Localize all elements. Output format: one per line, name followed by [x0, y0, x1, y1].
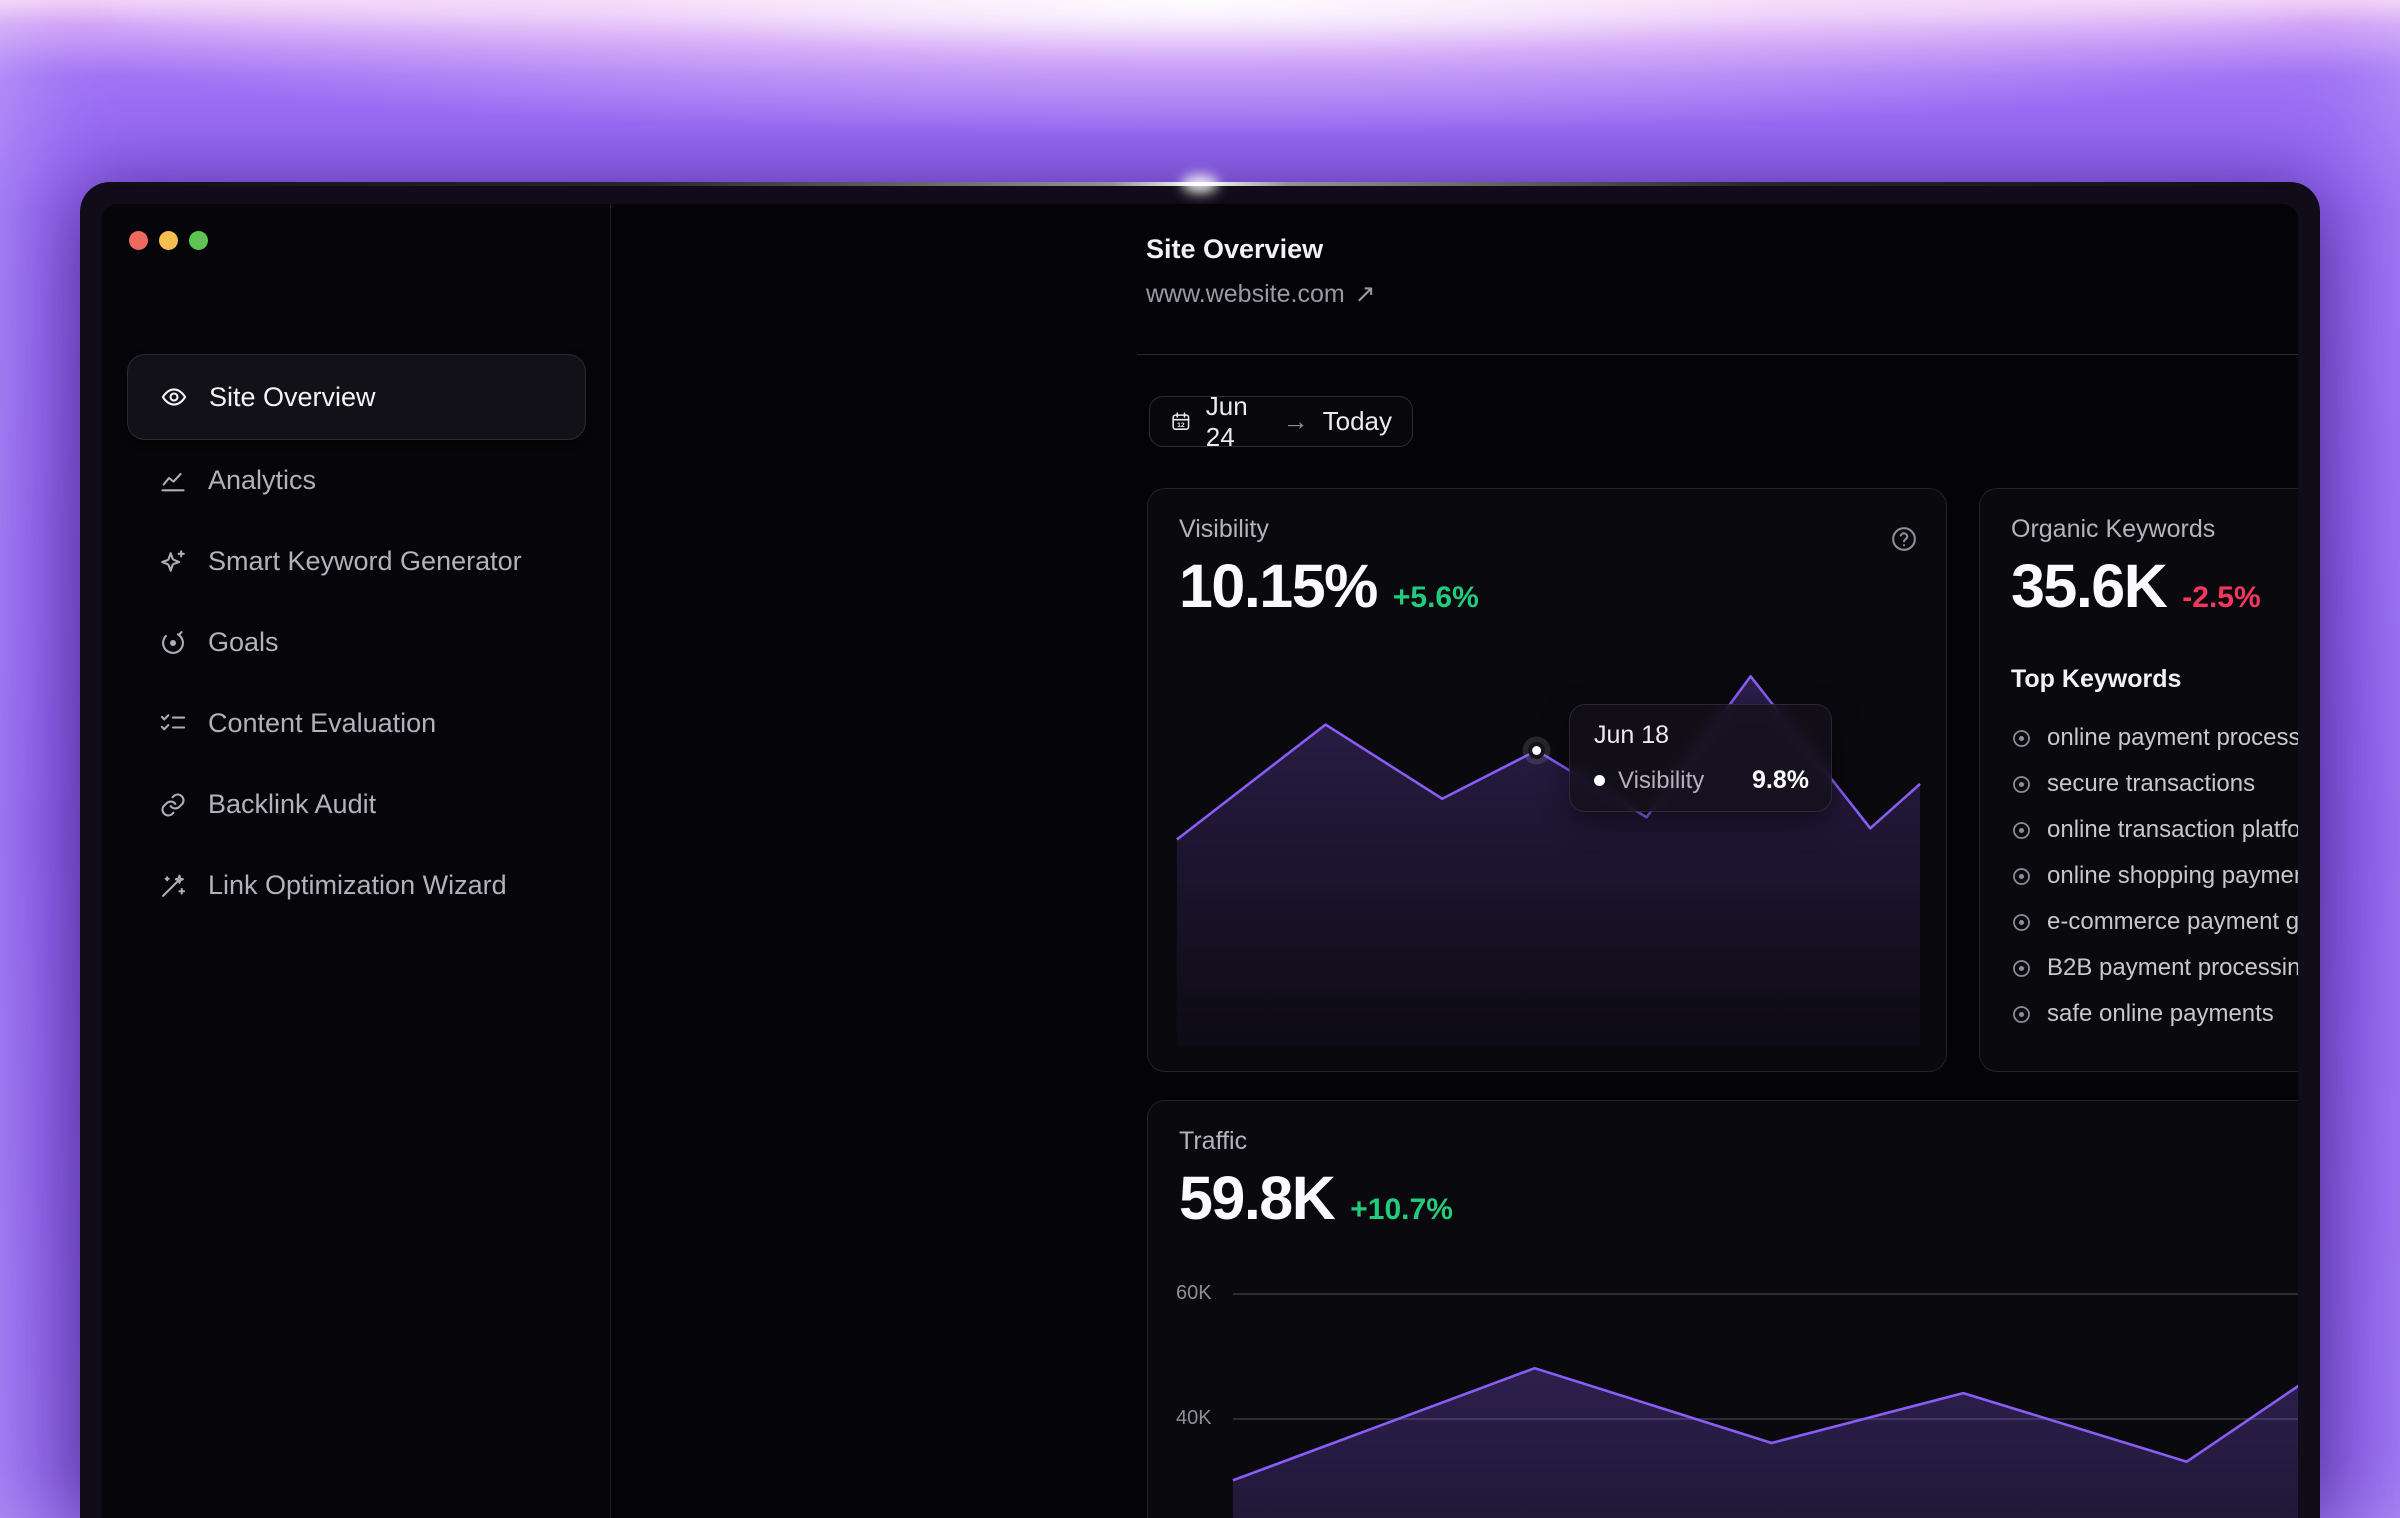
keyword-row[interactable]: B2B payment processing… [2011, 945, 2298, 991]
circle-dot-icon [2011, 958, 2032, 979]
sidebar-item-smart-keyword-generator[interactable]: Smart Keyword Generator [127, 521, 586, 602]
organic-value: 35.6K [2011, 551, 2166, 621]
keyword-row[interactable]: secure transactions… [2011, 761, 2298, 807]
highlighted-data-point[interactable] [1532, 746, 1541, 755]
keyword-label: e-commerce payment gateway [2047, 908, 2298, 936]
window-controls [129, 231, 208, 250]
top-keywords-title: Top Keywords [2011, 665, 2181, 694]
header-divider [1137, 354, 2298, 355]
date-range-picker[interactable]: 12 Jun 24 → Today [1149, 396, 1413, 447]
target-icon [159, 629, 187, 657]
sidebar-item-label: Analytics [208, 465, 316, 496]
arrow-right-icon: → [1283, 406, 1309, 437]
card-title: Organic Keywords [2011, 515, 2215, 544]
keyword-list: online payment processing…secure transac… [2011, 715, 2298, 1037]
tooltip-date: Jun 18 [1594, 721, 1809, 750]
keyword-row[interactable]: online transaction platform… [2011, 807, 2298, 853]
top-glow [96, 8, 2304, 20]
external-link-icon: ↗ [1355, 279, 1376, 309]
visibility-delta: +5.6% [1393, 581, 1479, 615]
organic-metric: 35.6K -2.5% [2011, 551, 2261, 621]
minimize-button[interactable] [159, 231, 178, 250]
card-title: Visibility [1179, 515, 1269, 544]
tooltip-value: 9.8% [1752, 766, 1809, 795]
screenshot-stage: Site Overview Analytics Smart Keyword Ge… [0, 0, 2400, 1518]
keyword-label: online payment processing [2047, 724, 2298, 752]
sidebar-item-goals[interactable]: Goals [127, 602, 586, 683]
keyword-row[interactable]: e-commerce payment gateway… [2011, 899, 2298, 945]
organic-keywords-card: Organic Keywords 35.6K -2.5% Top Keyword… [1979, 488, 2298, 1072]
sparkles-icon [159, 548, 187, 576]
eye-icon [160, 383, 188, 411]
y-tick-40k: 40K [1176, 1407, 1222, 1430]
keyword-row[interactable]: online payment processing… [2011, 715, 2298, 761]
sidebar-item-label: Goals [208, 627, 279, 658]
sidebar-item-label: Link Optimization Wizard [208, 870, 507, 901]
sidebar-item-label: Site Overview [209, 382, 376, 413]
site-url-link[interactable]: www.website.com ↗ [1146, 279, 1376, 309]
app-surface: Site Overview Analytics Smart Keyword Ge… [102, 204, 2298, 1518]
sidebar: Site Overview Analytics Smart Keyword Ge… [102, 204, 610, 1518]
sidebar-item-link-optimization-wizard[interactable]: Link Optimization Wizard [127, 845, 586, 926]
sidebar-item-site-overview[interactable]: Site Overview [127, 354, 586, 440]
series-dot-icon [1594, 775, 1605, 786]
site-url: www.website.com [1146, 280, 1345, 309]
organic-delta: -2.5% [2182, 581, 2260, 615]
keyword-label: online transaction platform [2047, 816, 2298, 844]
keyword-label: secure transactions [2047, 770, 2255, 798]
visibility-card: Visibility 10.15% +5.6% Jun 18 Visibilit… [1147, 488, 1947, 1072]
sidebar-item-backlink-audit[interactable]: Backlink Audit [127, 764, 586, 845]
page-title: Site Overview [1146, 234, 1376, 265]
keyword-label: online shopping payments [2047, 862, 2298, 890]
app-window: Site Overview Analytics Smart Keyword Ge… [80, 182, 2320, 1518]
tooltip-series-label: Visibility [1618, 767, 1704, 795]
y-tick-60k: 60K [1176, 1282, 1222, 1305]
circle-dot-icon [2011, 774, 2032, 795]
circle-dot-icon [2011, 728, 2032, 749]
svg-text:12: 12 [1177, 422, 1185, 429]
sidebar-nav: Site Overview Analytics Smart Keyword Ge… [127, 354, 586, 926]
keyword-label: B2B payment processing [2047, 954, 2298, 982]
sidebar-item-content-evaluation[interactable]: Content Evaluation [127, 683, 586, 764]
main-area: Site Overview www.website.com ↗ [610, 204, 2298, 1518]
visibility-metric: 10.15% +5.6% [1179, 551, 1479, 621]
circle-dot-icon [2011, 820, 2032, 841]
keyword-label: safe online payments [2047, 1000, 2274, 1028]
circle-dot-icon [2011, 1004, 2032, 1025]
date-end: Today [1323, 406, 1392, 437]
sidebar-item-label: Backlink Audit [208, 789, 376, 820]
traffic-delta: +10.7% [1350, 1193, 1453, 1227]
chart-tooltip: Jun 18 Visibility 9.8% [1569, 704, 1832, 812]
traffic-value: 59.8K [1179, 1163, 1334, 1233]
keyword-row[interactable]: online shopping payments… [2011, 853, 2298, 899]
date-start: Jun 24 [1206, 391, 1269, 453]
page-heading: Site Overview www.website.com ↗ [1146, 234, 1376, 309]
close-button[interactable] [129, 231, 148, 250]
sidebar-item-label: Smart Keyword Generator [208, 546, 522, 577]
circle-dot-icon [2011, 866, 2032, 887]
sidebar-item-analytics[interactable]: Analytics [127, 440, 586, 521]
visibility-value: 10.15% [1179, 551, 1377, 621]
help-icon[interactable] [1890, 525, 1918, 553]
zoom-button[interactable] [189, 231, 208, 250]
circle-dot-icon [2011, 912, 2032, 933]
traffic-card: Traffic 59.8K +10.7% 60K 40K [1147, 1100, 2298, 1518]
link-icon [159, 791, 187, 819]
keyword-row[interactable]: safe online payments… [2011, 991, 2298, 1037]
list-checks-icon [159, 710, 187, 738]
sidebar-item-label: Content Evaluation [208, 708, 436, 739]
window-top-flare [1182, 175, 1218, 193]
chart-line-icon [159, 467, 187, 495]
card-title: Traffic [1179, 1127, 1247, 1156]
wand-sparkles-icon [159, 872, 187, 900]
traffic-metric: 59.8K +10.7% [1179, 1163, 1453, 1233]
calendar-icon: 12 [1170, 408, 1192, 435]
tooltip-row: Visibility 9.8% [1594, 766, 1809, 795]
